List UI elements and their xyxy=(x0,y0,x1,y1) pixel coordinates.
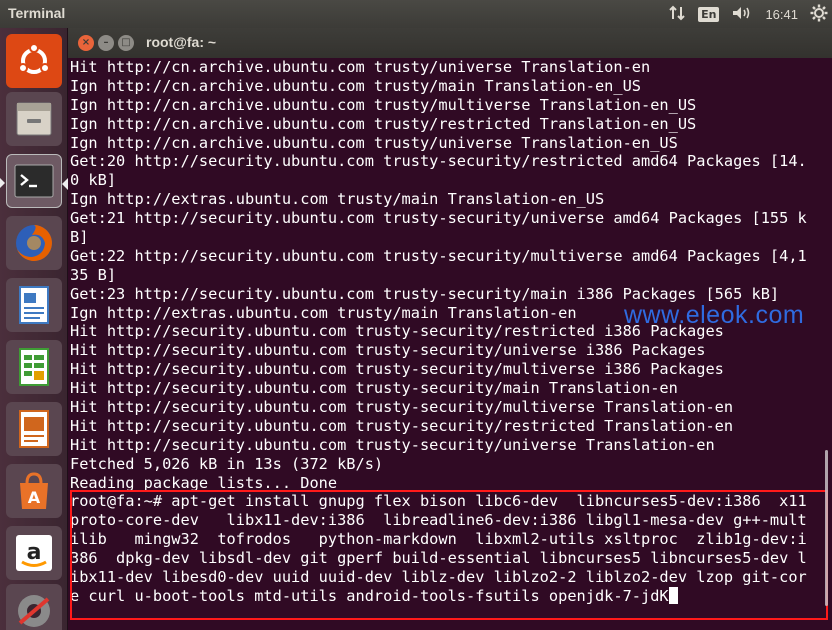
minimize-button[interactable]: – xyxy=(98,35,114,51)
terminal-line: Ign http://cn.archive.ubuntu.com trusty/… xyxy=(70,114,697,133)
close-icon: × xyxy=(81,37,91,48)
command-line: e curl u-boot-tools mtd-utils android-to… xyxy=(70,586,807,606)
terminal-line: Ign http://cn.archive.ubuntu.com trusty/… xyxy=(70,76,641,95)
volume-icon[interactable] xyxy=(731,5,753,24)
terminal-line: Get:21 http://security.ubuntu.com trusty… xyxy=(70,209,807,228)
command-line: 386 dpkg-dev libsdl-dev git gperf build-… xyxy=(70,549,807,568)
window-titlebar[interactable]: × – □ root@fa: ~ xyxy=(68,28,832,58)
network-icon[interactable] xyxy=(668,5,686,24)
system-settings-icon[interactable] xyxy=(6,584,62,630)
writer-icon[interactable] xyxy=(6,278,62,332)
terminal-line: Fetched 5,026 kB in 13s (372 kB/s) xyxy=(70,454,384,473)
terminal-lines: Hit http://cn.archive.ubuntu.com trusty/… xyxy=(70,58,807,606)
terminal-line: Hit http://security.ubuntu.com trusty-se… xyxy=(70,360,724,379)
terminal-line: 0 kB] xyxy=(70,171,117,190)
files-icon[interactable] xyxy=(6,92,62,146)
terminal-line: Hit http://security.ubuntu.com trusty-se… xyxy=(70,398,734,417)
keyboard-layout-indicator[interactable]: En xyxy=(698,6,720,22)
terminal-line: 35 B] xyxy=(70,265,117,284)
firefox-icon[interactable] xyxy=(6,216,62,270)
clock[interactable]: 16:41 xyxy=(765,7,798,22)
amazon-icon[interactable]: a xyxy=(6,526,62,580)
scrollbar[interactable] xyxy=(825,450,828,606)
svg-text:A: A xyxy=(28,488,41,507)
terminal-line: Reading package lists... Done xyxy=(70,473,338,492)
gear-icon[interactable] xyxy=(810,4,828,25)
terminal-line: Get:22 http://security.ubuntu.com trusty… xyxy=(70,246,807,265)
terminal-line: Hit http://security.ubuntu.com trusty-se… xyxy=(70,435,715,454)
terminal-line: B] xyxy=(70,228,89,247)
terminal-line: Ign http://extras.ubuntu.com trusty/main… xyxy=(70,190,605,209)
terminal-line: Ign http://cn.archive.ubuntu.com trusty/… xyxy=(70,133,678,152)
terminal-line: Hit http://cn.archive.ubuntu.com trusty/… xyxy=(70,58,651,76)
launcher: A a xyxy=(0,28,68,630)
close-button[interactable]: × xyxy=(78,35,94,51)
terminal-line: Hit http://security.ubuntu.com trusty-se… xyxy=(70,341,706,360)
command-line: proto-core-dev libx11-dev:i386 libreadli… xyxy=(70,511,807,530)
software-center-icon[interactable]: A xyxy=(6,464,62,518)
command-line: ilib mingw32 tofrodos python-markdown li… xyxy=(70,530,807,549)
terminal-line: Ign http://cn.archive.ubuntu.com trusty/… xyxy=(70,95,697,114)
terminal-icon[interactable] xyxy=(6,154,62,208)
top-panel-app-title: Terminal xyxy=(8,5,66,21)
running-indicator xyxy=(0,178,5,188)
top-panel: Terminal En 16:41 xyxy=(0,0,832,28)
minimize-icon: – xyxy=(103,37,109,48)
svg-text:a: a xyxy=(27,540,42,565)
command-line: ibx11-dev libesd0-dev uuid uuid-dev libl… xyxy=(70,568,807,587)
ubuntu-dash-icon[interactable] xyxy=(6,34,62,88)
terminal-line: Hit http://security.ubuntu.com trusty-se… xyxy=(70,379,678,398)
terminal-line: Hit http://security.ubuntu.com trusty-se… xyxy=(70,416,734,435)
maximize-icon: □ xyxy=(121,37,131,48)
impress-icon[interactable] xyxy=(6,402,62,456)
terminal-line: Get:20 http://security.ubuntu.com trusty… xyxy=(70,152,807,171)
maximize-button[interactable]: □ xyxy=(118,35,134,51)
text-cursor xyxy=(668,586,678,604)
terminal-output[interactable]: Hit http://cn.archive.ubuntu.com trusty/… xyxy=(68,58,832,630)
calc-icon[interactable] xyxy=(6,340,62,394)
watermark: www.eleok.com xyxy=(624,301,805,329)
indicator-area: En 16:41 xyxy=(668,0,832,28)
window-title: root@fa: ~ xyxy=(146,34,217,50)
command-prompt-line: root@fa:~# apt-get install gnupg flex bi… xyxy=(70,492,807,511)
